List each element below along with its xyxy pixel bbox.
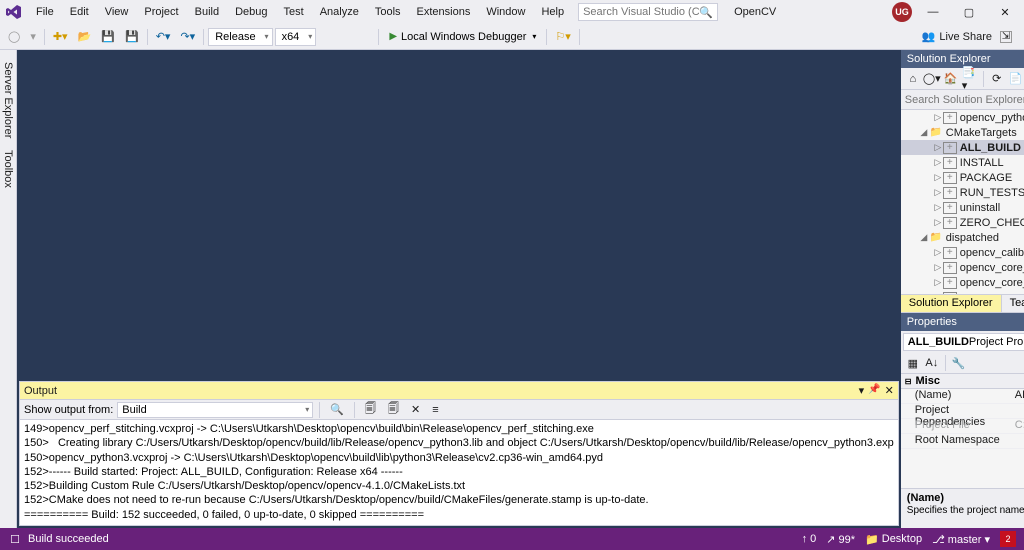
refresh-icon[interactable]: ⟳ bbox=[989, 71, 1005, 87]
property-row[interactable]: Project FileC:\Users\Utkarsh\Desktop\ope… bbox=[901, 419, 1024, 434]
tree-item[interactable]: ▷+opencv_python3 bbox=[901, 110, 1024, 125]
config-select[interactable]: Release bbox=[208, 28, 272, 46]
solution-explorer-toolbar: ⌂ ◯▾ 🏠 📑▾ ⟳ 📄 🗗 🖉 🔧 bbox=[901, 68, 1024, 90]
menu-build[interactable]: Build bbox=[187, 3, 227, 21]
undo-button[interactable]: ↶▾ bbox=[152, 28, 175, 45]
property-row[interactable]: Root Namespace bbox=[901, 434, 1024, 449]
go-prev-button[interactable]: 🗐 bbox=[361, 398, 380, 421]
start-debugging-button[interactable]: ▶Local Windows Debugger▾ bbox=[383, 29, 542, 45]
search-input[interactable] bbox=[583, 6, 699, 18]
live-share-button[interactable]: 👥Live Share⇲ bbox=[914, 30, 1020, 43]
close-button[interactable]: ✕ bbox=[990, 2, 1020, 22]
menu-test[interactable]: Test bbox=[276, 3, 312, 21]
solution-tree[interactable]: ▷+opencv_python3◢📁CMakeTargets▷+ALL_BUIL… bbox=[901, 110, 1024, 294]
toggle-wrap-button[interactable]: ≡ bbox=[428, 402, 442, 418]
output-source-label: Show output from: bbox=[24, 404, 113, 416]
categorized-icon[interactable]: ▦ bbox=[905, 355, 921, 371]
status-branch[interactable]: ⎇ master ▾ bbox=[932, 533, 990, 546]
menu-tools[interactable]: Tools bbox=[367, 3, 409, 21]
dropdown-icon[interactable]: ▾ bbox=[859, 384, 865, 397]
quick-launch-search[interactable]: 🔍 bbox=[578, 3, 718, 21]
live-share-icon: 👥 bbox=[922, 30, 936, 43]
redo-button[interactable]: ↷▾ bbox=[176, 28, 199, 45]
editor-area: Output ▾ 📌 ✕ Show output from: Build 🔍 🗐… bbox=[17, 50, 901, 528]
server-explorer-tab[interactable]: Server Explorer bbox=[0, 56, 16, 144]
toolbox-tab[interactable]: Toolbox bbox=[0, 144, 16, 194]
nav-forward-button[interactable]: ▾ bbox=[26, 28, 40, 45]
step-button[interactable]: ⚐▾ bbox=[551, 28, 574, 45]
tree-item[interactable]: ▷+uninstall bbox=[901, 200, 1024, 215]
properties-grid[interactable]: ⊟Misc (Name)ALL_BUILDProject Dependencie… bbox=[901, 373, 1024, 488]
status-changes[interactable]: ↗ 99* bbox=[826, 533, 855, 546]
show-all-icon[interactable]: 📄 bbox=[1008, 71, 1024, 87]
left-tool-rail: Server Explorer Toolbox bbox=[0, 50, 17, 528]
tree-item[interactable]: ▷+PACKAGE bbox=[901, 170, 1024, 185]
property-row[interactable]: (Name)ALL_BUILD bbox=[901, 389, 1024, 404]
menu-analyze[interactable]: Analyze bbox=[312, 3, 367, 21]
tree-item[interactable]: ▷+opencv_core_AVX2 bbox=[901, 275, 1024, 290]
status-publish[interactable]: ↑ 0 bbox=[802, 533, 817, 545]
menu-view[interactable]: View bbox=[97, 3, 137, 21]
tab-team-explorer[interactable]: Team Explorer bbox=[1002, 295, 1024, 312]
status-repo[interactable]: 📁 Desktop bbox=[865, 533, 922, 546]
maximize-button[interactable]: ▢ bbox=[954, 2, 984, 22]
menu-project[interactable]: Project bbox=[136, 3, 186, 21]
menu-extensions[interactable]: Extensions bbox=[409, 3, 479, 21]
back-icon[interactable]: ◯▾ bbox=[924, 71, 940, 87]
close-panel-button[interactable]: ✕ bbox=[885, 384, 894, 397]
platform-select[interactable]: x64 bbox=[275, 28, 317, 46]
status-message: Build succeeded bbox=[28, 533, 109, 545]
solution-name: OpenCV bbox=[734, 6, 776, 18]
minimize-button[interactable]: ― bbox=[918, 2, 948, 22]
tree-item[interactable]: ▷+RUN_TESTS bbox=[901, 185, 1024, 200]
output-source-select[interactable]: Build bbox=[117, 402, 313, 418]
open-button[interactable]: 📂 bbox=[74, 28, 96, 45]
menu-window[interactable]: Window bbox=[478, 3, 533, 21]
vs-logo-icon bbox=[4, 2, 24, 22]
tree-item[interactable]: ▷+ZERO_CHECK bbox=[901, 215, 1024, 230]
save-all-button[interactable]: 💾 bbox=[121, 28, 143, 45]
solution-explorer-search[interactable]: 🔍▾ bbox=[901, 90, 1024, 110]
search-icon: 🔍 bbox=[699, 6, 713, 19]
property-row[interactable]: Project Dependencies bbox=[901, 404, 1024, 419]
tree-item[interactable]: ◢📁dispatched bbox=[901, 230, 1024, 245]
tree-item[interactable]: ▷+INSTALL bbox=[901, 155, 1024, 170]
output-title: Output bbox=[24, 385, 57, 397]
status-bar: ☐ Build succeeded ↑ 0 ↗ 99* 📁 Desktop ⎇ … bbox=[0, 528, 1024, 550]
menu-edit[interactable]: Edit bbox=[62, 3, 97, 21]
new-project-button[interactable]: ✚▾ bbox=[49, 28, 72, 45]
notifications-icon[interactable]: 2 bbox=[1000, 531, 1016, 547]
menu-bar: FileEditViewProjectBuildDebugTestAnalyze… bbox=[0, 0, 1024, 24]
collapse-icon[interactable]: 📑▾ bbox=[962, 71, 978, 87]
home-icon[interactable]: ⌂ bbox=[905, 71, 921, 87]
alphabetical-icon[interactable]: A↓ bbox=[924, 355, 940, 371]
nav-back-button[interactable]: ◯ bbox=[4, 28, 24, 45]
properties-object-select[interactable]: ALL_BUILD Project Properties bbox=[903, 333, 1024, 351]
tree-item[interactable]: ▷+opencv_calib3d_AVX2 bbox=[901, 245, 1024, 260]
tree-item[interactable]: ▷+ALL_BUILD bbox=[901, 140, 1024, 155]
properties-header: Properties ▾⊓✕ bbox=[901, 313, 1024, 331]
property-description: (Name) Specifies the project name. bbox=[901, 488, 1024, 528]
pin-icon[interactable]: 📌 bbox=[868, 384, 880, 397]
tree-item[interactable]: ◢📁CMakeTargets bbox=[901, 125, 1024, 140]
wrench-icon[interactable]: 🔧 bbox=[951, 355, 967, 371]
output-panel: Output ▾ 📌 ✕ Show output from: Build 🔍 🗐… bbox=[19, 381, 899, 526]
status-ok-icon: ☐ bbox=[8, 532, 22, 546]
save-button[interactable]: 💾 bbox=[97, 28, 119, 45]
tree-item[interactable]: ▷+opencv_core_AVX bbox=[901, 260, 1024, 275]
sync-icon[interactable]: 🏠 bbox=[943, 71, 959, 87]
go-next-button[interactable]: 🗐 bbox=[384, 398, 403, 421]
main-toolbar: ◯ ▾ ✚▾ 📂 💾 💾 ↶▾ ↷▾ Release x64 ▶Local Wi… bbox=[0, 24, 1024, 50]
menu-help[interactable]: Help bbox=[533, 3, 572, 21]
menu-file[interactable]: File bbox=[28, 3, 62, 21]
tab-solution-explorer[interactable]: Solution Explorer bbox=[901, 295, 1002, 312]
output-text[interactable]: 149>opencv_perf_stitching.vcxproj -> C:\… bbox=[20, 420, 898, 525]
se-search-input[interactable] bbox=[905, 94, 1024, 106]
find-message-button[interactable]: 🔍 bbox=[326, 401, 348, 418]
user-avatar[interactable]: UG bbox=[892, 2, 912, 22]
clear-all-button[interactable]: ✕ bbox=[407, 401, 424, 418]
menu-debug[interactable]: Debug bbox=[227, 3, 275, 21]
